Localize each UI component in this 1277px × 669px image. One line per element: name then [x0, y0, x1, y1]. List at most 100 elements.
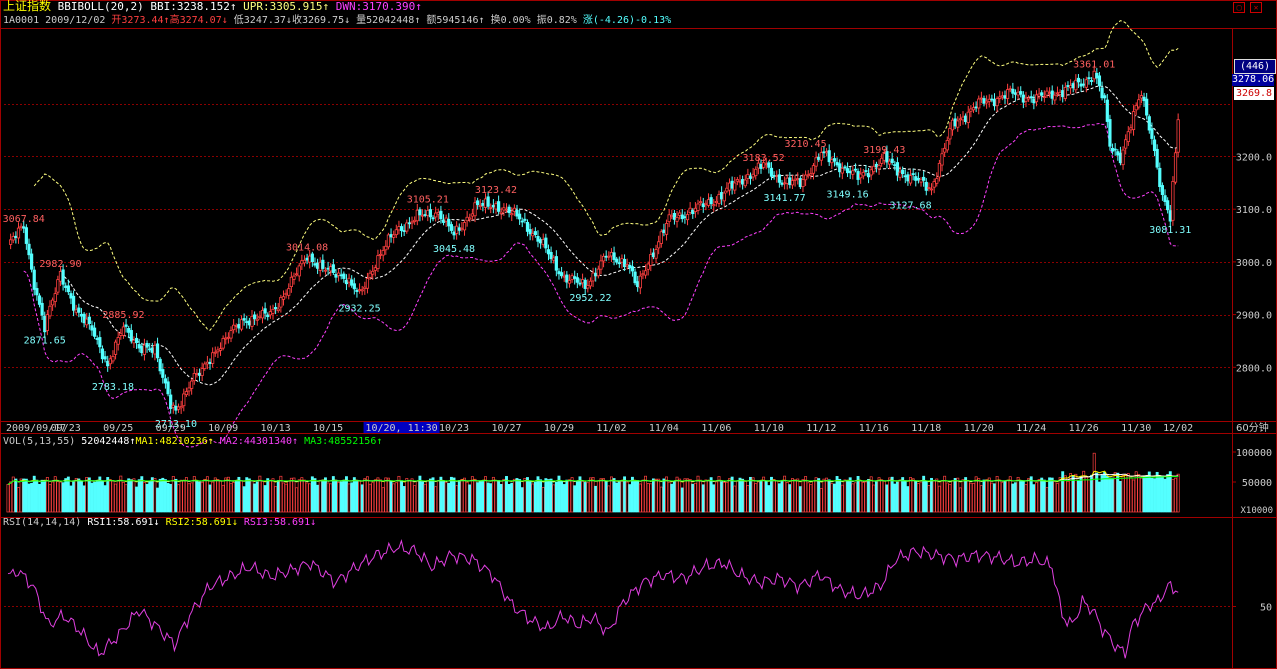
- volume-bar: [575, 480, 579, 513]
- candle-body: [769, 167, 774, 177]
- candle-body: [11, 236, 15, 241]
- candle-body: [1124, 139, 1128, 149]
- volume-bar: [651, 478, 655, 513]
- volume-bar: [762, 476, 766, 513]
- candle-body: [916, 177, 921, 181]
- volume-bar: [644, 475, 647, 513]
- volume-bar: [998, 479, 1002, 513]
- candle-body: [974, 106, 978, 109]
- volume-bar: [969, 482, 973, 513]
- volume-bar: [539, 479, 543, 513]
- volume-bar: [279, 475, 283, 513]
- volume-bar: [620, 481, 624, 513]
- volume-bar: [274, 486, 278, 513]
- candle-body: [150, 347, 154, 353]
- candle-body: [171, 404, 175, 408]
- candle-body: [772, 175, 776, 177]
- candle-body: [1034, 94, 1039, 103]
- volume-bar: [491, 476, 495, 513]
- volume-bar: [937, 485, 941, 513]
- volume-bar: [452, 477, 456, 513]
- volume-bar: [87, 477, 91, 513]
- vol-ma2: MA2:44301340↑: [219, 436, 299, 447]
- candle-body: [712, 204, 716, 207]
- volume-bar: [1108, 477, 1112, 513]
- candle-body: [489, 206, 493, 209]
- candle-body: [208, 361, 212, 364]
- volume-bar: [345, 476, 348, 513]
- candle-body: [37, 295, 42, 305]
- time-tick-label: 10/15: [313, 423, 343, 434]
- candle-body: [1016, 91, 1020, 96]
- time-tick-label: 12/02: [1163, 423, 1193, 434]
- candle-body: [465, 216, 469, 222]
- candle-body: [693, 207, 697, 212]
- volume-bar: [552, 484, 556, 513]
- candle-body: [1050, 90, 1054, 99]
- candle-body: [662, 229, 666, 233]
- candle-body: [641, 273, 645, 276]
- candle-body: [276, 308, 280, 312]
- volume-bar: [48, 484, 52, 513]
- volume-bar: [211, 481, 215, 513]
- volume-bar: [95, 480, 99, 513]
- volume-bar: [410, 478, 414, 513]
- candle-body: [260, 310, 265, 319]
- volume-bar: [788, 484, 792, 513]
- candle-body: [824, 151, 829, 154]
- volume-bar: [888, 477, 891, 513]
- candle-body: [622, 259, 627, 268]
- volume-bar: [368, 483, 372, 513]
- volume-bar: [909, 477, 912, 513]
- candle-body: [1058, 91, 1062, 95]
- volume-bar: [460, 478, 464, 513]
- candle-body: [305, 257, 309, 261]
- volume-bar: [728, 478, 731, 513]
- bbi-value: BBI:3238.152↑: [150, 0, 237, 13]
- candle-body: [350, 279, 354, 286]
- volume-bar: [930, 477, 933, 513]
- close-icon[interactable]: ✕: [1250, 2, 1262, 13]
- candle-body: [1040, 92, 1044, 96]
- volume-bar: [24, 478, 28, 513]
- candle-body: [919, 178, 923, 183]
- candle-body: [985, 100, 989, 104]
- candle-body: [956, 120, 960, 128]
- index-name[interactable]: 上证指数: [3, 0, 51, 13]
- volume-bar: [977, 478, 981, 513]
- candle-body: [633, 271, 637, 284]
- volume-bar: [250, 480, 254, 513]
- candle-body: [554, 256, 558, 271]
- candle-body: [1168, 210, 1172, 222]
- candle-body: [969, 108, 973, 112]
- volume-bar: [749, 476, 752, 513]
- candle-body: [357, 289, 362, 291]
- volume-bar: [804, 476, 808, 513]
- volume-bar: [51, 481, 55, 513]
- candle-body: [832, 158, 837, 162]
- volume-bar: [342, 479, 346, 513]
- volume-bar: [1063, 475, 1067, 513]
- candle-body: [113, 341, 118, 355]
- volume-bar: [158, 478, 162, 513]
- candle-body: [536, 236, 540, 242]
- candle-body: [596, 268, 600, 277]
- volume-bar: [1050, 477, 1054, 513]
- candle-body: [32, 269, 36, 290]
- volume-bar: [59, 481, 62, 513]
- last-price: 3269.8: [1234, 87, 1274, 100]
- restore-icon[interactable]: ▢: [1233, 2, 1245, 13]
- candle-body: [935, 178, 939, 184]
- volume-bar: [82, 485, 86, 513]
- volume-bar: [245, 477, 249, 513]
- volume-bar: [360, 484, 364, 513]
- volume-bar: [767, 485, 771, 513]
- volume-bar: [1097, 481, 1101, 513]
- volume-bar: [945, 482, 949, 513]
- volume-bar: [901, 477, 905, 513]
- candle-body: [318, 261, 322, 271]
- volume-bar: [221, 484, 225, 513]
- volume-bar: [812, 480, 815, 513]
- volume-bar: [1129, 477, 1133, 513]
- volume-bar: [693, 482, 697, 513]
